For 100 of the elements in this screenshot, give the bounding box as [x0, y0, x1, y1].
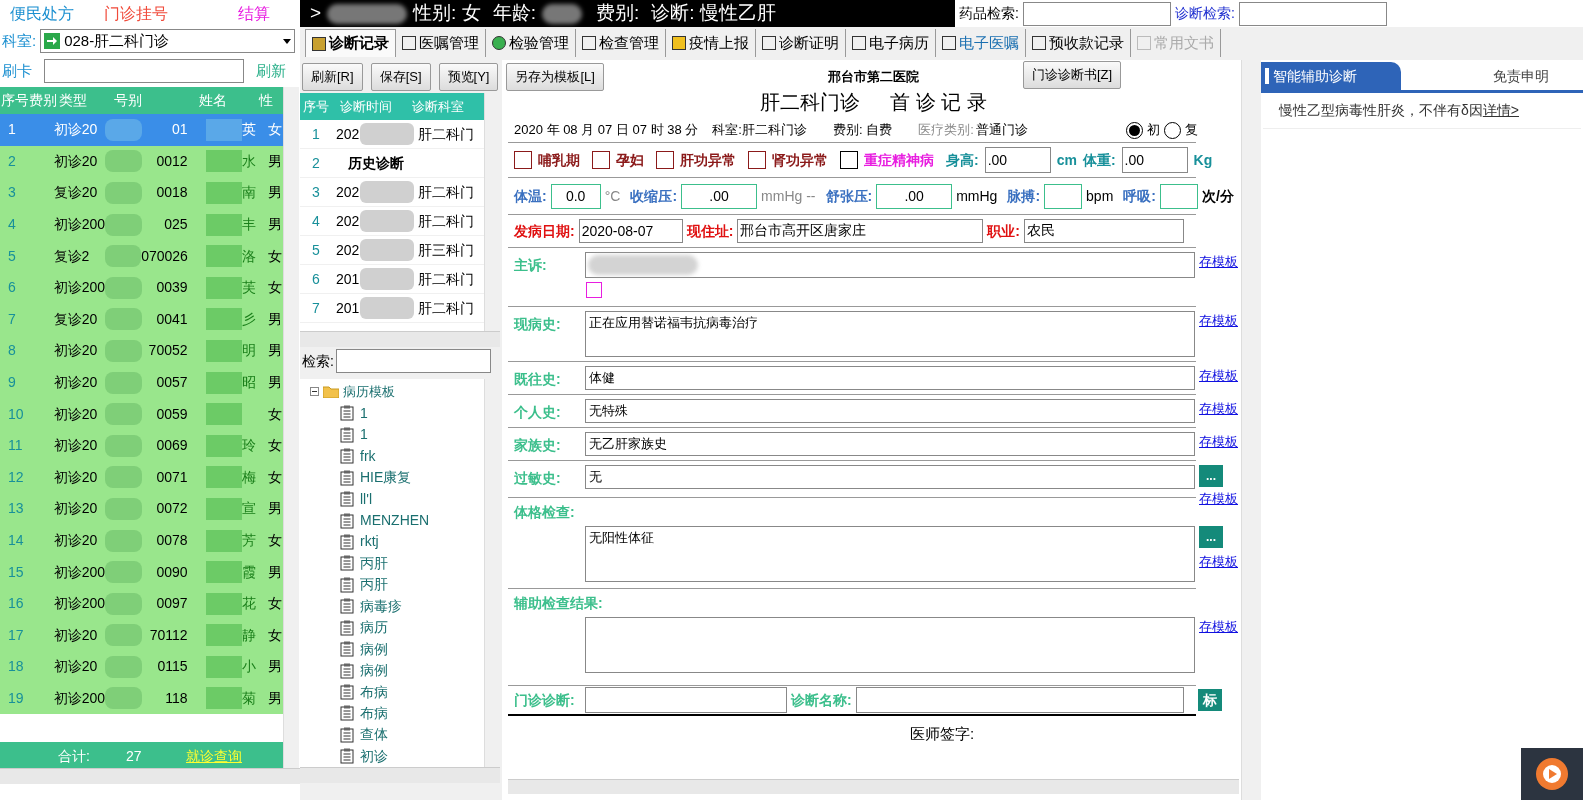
- tab[interactable]: 医嘱管理: [396, 29, 486, 57]
- tree-item[interactable]: 丙肝: [360, 574, 388, 596]
- toolbar-button[interactable]: 刷新[R]: [302, 62, 363, 91]
- scrollbar[interactable]: [283, 87, 299, 770]
- tree-item[interactable]: 布病: [360, 703, 388, 724]
- tab[interactable]: 诊断证明: [756, 29, 846, 57]
- patient-row[interactable]: 4 初诊200 025 丰 男: [0, 208, 283, 241]
- tab[interactable]: 预收款记录: [1026, 29, 1131, 57]
- tree-item[interactable]: 病历模板: [343, 382, 395, 402]
- checkbox[interactable]: [586, 282, 602, 298]
- scrollbar[interactable]: [508, 779, 1239, 794]
- mark-button[interactable]: 标: [1198, 689, 1222, 711]
- patient-row[interactable]: 3 复诊20 0018 南 男: [0, 177, 283, 209]
- number-field[interactable]: [1160, 183, 1198, 209]
- assistant-tab[interactable]: 智能辅助诊断: [1261, 62, 1401, 90]
- assistant-tab[interactable]: 免责申明: [1489, 62, 1553, 90]
- text-field[interactable]: 无特殊: [585, 399, 1195, 423]
- radio-button[interactable]: [1164, 121, 1181, 139]
- tree-item[interactable]: 初诊: [360, 745, 388, 767]
- text-field[interactable]: 邢台市高开区唐家庄: [737, 219, 984, 243]
- patient-row[interactable]: 18 初诊20 0115 小 男: [0, 651, 283, 683]
- checkbox[interactable]: [840, 151, 858, 169]
- save-template-link[interactable]: 存模板: [1199, 617, 1238, 637]
- nav-link[interactable]: 便民处方: [10, 1, 74, 26]
- tree-item[interactable]: 病毒疹: [360, 595, 402, 617]
- history-row[interactable]: 4 202 肝二科门: [300, 207, 484, 236]
- patient-row[interactable]: 14 初诊20 0078 芳 女: [0, 524, 283, 557]
- text-field[interactable]: [585, 252, 1195, 278]
- save-template-link[interactable]: 存模板: [1199, 311, 1238, 331]
- toolbar-button[interactable]: 另存为模板[L]: [506, 62, 604, 91]
- tab[interactable]: 检查管理: [576, 29, 666, 57]
- patient-row[interactable]: 6 初诊200 0039 芙 女: [0, 271, 283, 304]
- text-field[interactable]: 无乙肝家族史: [585, 432, 1195, 456]
- collapse-toggle[interactable]: [310, 387, 319, 397]
- patient-row[interactable]: 8 初诊20 70052 明 男: [0, 335, 283, 367]
- patient-row[interactable]: 13 初诊20 0072 宣 男: [0, 493, 283, 525]
- number-field[interactable]: .00: [876, 183, 953, 209]
- nav-link[interactable]: 结算: [238, 1, 270, 26]
- text-field[interactable]: 体健: [585, 366, 1195, 390]
- more-button[interactable]: ...: [1199, 465, 1223, 487]
- history-row[interactable]: 5 202 肝三科门: [300, 236, 484, 265]
- tree-item[interactable]: rktj: [360, 531, 379, 553]
- patient-row[interactable]: 17 初诊20 70112 静 女: [0, 619, 283, 652]
- patient-row[interactable]: 15 初诊200 0090 霞 男: [0, 556, 283, 588]
- save-template-link[interactable]: 存模板: [1199, 489, 1238, 509]
- search-field[interactable]: [1238, 1, 1387, 26]
- history-row[interactable]: 7 201 肝二科门: [300, 294, 484, 323]
- patient-row[interactable]: 2 初诊20 0012 水 男: [0, 145, 283, 178]
- patient-row[interactable]: 10 初诊20 0059 女: [0, 398, 283, 430]
- patient-row[interactable]: 19 初诊200 118 菊 男: [0, 682, 283, 715]
- department-dropdown[interactable]: 028-肝二科门诊: [40, 29, 296, 53]
- tab[interactable]: 诊断记录: [305, 29, 396, 57]
- certificate-button[interactable]: 门诊诊断书[Z]: [1023, 61, 1122, 89]
- save-template-link[interactable]: 存模板: [1199, 552, 1238, 572]
- number-field[interactable]: .00: [1121, 147, 1188, 173]
- save-template-link[interactable]: 存模板: [1199, 399, 1238, 419]
- tree-item[interactable]: MENZHEN: [360, 510, 430, 532]
- text-area[interactable]: 无阳性体征: [585, 526, 1195, 582]
- checkbox[interactable]: [592, 151, 610, 169]
- patient-row[interactable]: 7 复诊20 0041 彡 男: [0, 303, 283, 336]
- tree-item[interactable]: 查体: [360, 724, 388, 746]
- tree-item[interactable]: HIE康复: [360, 467, 412, 489]
- tree-item[interactable]: 1: [360, 424, 368, 446]
- tree-item[interactable]: ll'l: [360, 488, 372, 510]
- patient-row[interactable]: 5 复诊2 070026 洛 女: [0, 240, 283, 272]
- tree-item[interactable]: 1: [360, 402, 368, 424]
- tab[interactable]: 检验管理: [486, 29, 576, 57]
- text-field[interactable]: 2020-08-07: [578, 219, 683, 243]
- scrollbar[interactable]: [300, 767, 500, 783]
- tab[interactable]: 电子病历: [846, 29, 936, 57]
- tree-item[interactable]: 病例: [360, 660, 388, 682]
- number-field[interactable]: [1044, 183, 1083, 209]
- patient-row[interactable]: 16 初诊200 0097 花 女: [0, 587, 283, 620]
- save-template-link[interactable]: 存模板: [1199, 366, 1238, 386]
- tree-item[interactable]: 病例: [360, 638, 388, 660]
- text-field[interactable]: 农民: [1024, 219, 1184, 243]
- patient-row[interactable]: 12 初诊20 0071 梅 女: [0, 461, 283, 494]
- text-field[interactable]: [855, 687, 1184, 713]
- text-field[interactable]: 无: [585, 465, 1195, 489]
- history-row[interactable]: 6 201 肝二科门: [300, 265, 484, 294]
- radio-button[interactable]: [1126, 121, 1143, 139]
- more-button[interactable]: ...: [1199, 526, 1223, 548]
- checkbox[interactable]: [748, 151, 766, 169]
- scrollbar[interactable]: [300, 331, 500, 347]
- save-template-link[interactable]: 存模板: [1199, 252, 1238, 272]
- tree-item[interactable]: 丙肝: [360, 552, 388, 574]
- history-row[interactable]: 1 202 肝二科门: [300, 120, 484, 149]
- tab[interactable]: 疫情上报: [666, 29, 756, 57]
- search-field[interactable]: [335, 349, 491, 373]
- number-field[interactable]: .00: [681, 183, 758, 209]
- tree-item[interactable]: frk: [360, 445, 376, 467]
- details-link[interactable]: 详情>: [1482, 100, 1519, 121]
- patient-row[interactable]: 9 初诊20 0057 昭 男: [0, 366, 283, 399]
- patient-row[interactable]: 11 初诊20 0069 玲 女: [0, 429, 283, 462]
- checkbox[interactable]: [656, 151, 674, 169]
- history-row[interactable]: 3 202 肝二科门: [300, 178, 484, 207]
- text-area[interactable]: [585, 617, 1195, 673]
- tab[interactable]: 电子医嘱: [936, 29, 1026, 57]
- number-field[interactable]: .00: [984, 147, 1051, 173]
- tree-item[interactable]: 布病: [360, 681, 388, 703]
